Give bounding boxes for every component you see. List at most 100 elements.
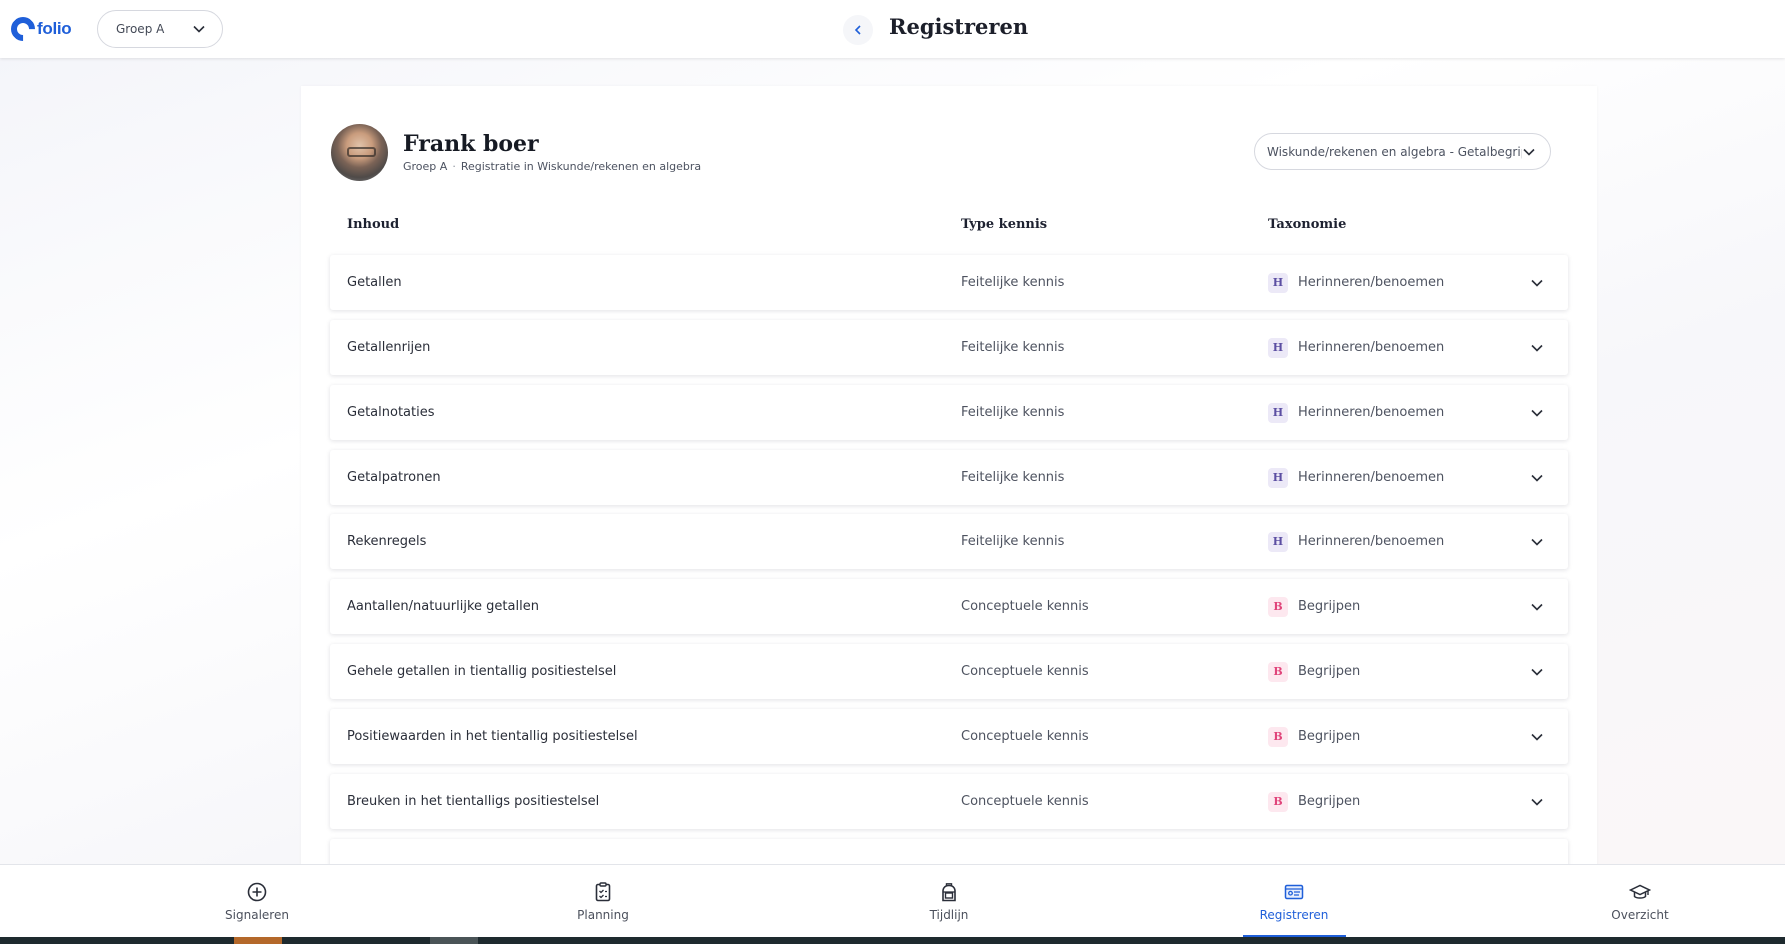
chevron-down-icon — [1530, 795, 1544, 809]
row-taxonomy: H Herinneren/benoemen — [1268, 385, 1444, 440]
nav-item-overzicht[interactable]: Overzicht — [1580, 865, 1700, 938]
student-info: Frank boer Groep A · Registratie in Wisk… — [403, 131, 701, 173]
chevron-down-icon — [1530, 600, 1544, 614]
row-content: Getalpatronen — [347, 470, 441, 485]
taxonomy-badge: B — [1268, 661, 1288, 682]
table-row[interactable]: Gehele getallen in tientallig positieste… — [330, 644, 1568, 699]
taxonomy-label: Herinneren/benoemen — [1298, 470, 1445, 485]
row-expand[interactable] — [1530, 644, 1544, 699]
chevron-down-icon — [1530, 471, 1544, 485]
row-content: Breuken in het tientalligs positiestelse… — [347, 794, 600, 809]
chevron-down-icon — [1530, 341, 1544, 355]
row-content: Rekenregels — [347, 534, 427, 549]
row-type: Feitelijke kennis — [961, 405, 1065, 420]
table-row[interactable]: Rekenregels Feitelijke kennis H Herinnere… — [330, 514, 1568, 569]
nav-item-tijdlijn[interactable]: Tijdlijn — [889, 865, 1009, 938]
group-select[interactable]: Groep A — [97, 10, 223, 48]
top-bar: folio Groep A Registreren — [0, 0, 1785, 58]
table-row[interactable]: Getalpatronen Feitelijke kennis H Herinne… — [330, 450, 1568, 505]
clipboard-check-icon — [595, 882, 611, 902]
table-row[interactable]: Getalnotaties Feitelijke kennis H Herinne… — [330, 385, 1568, 440]
nav-label: Signaleren — [225, 908, 289, 922]
row-type: Conceptuele kennis — [961, 599, 1089, 614]
table-row[interactable]: Getallen Feitelijke kennis H Herinneren/b… — [330, 255, 1568, 310]
group-select-value: Groep A — [116, 22, 165, 36]
back-button[interactable] — [843, 15, 873, 45]
nav-label: Planning — [577, 908, 629, 922]
row-expand[interactable] — [1530, 514, 1544, 569]
chevron-down-icon — [1530, 406, 1544, 420]
row-content: Getalnotaties — [347, 405, 435, 420]
taxonomy-badge: H — [1268, 467, 1288, 488]
student-group: Groep A — [403, 160, 448, 173]
taxonomy-badge: H — [1268, 402, 1288, 423]
taxonomy-badge: H — [1268, 272, 1288, 293]
row-type: Feitelijke kennis — [961, 534, 1065, 549]
row-taxonomy: H Herinneren/benoemen — [1268, 450, 1444, 505]
column-header-taxonomy: Taxonomie — [1268, 217, 1347, 232]
row-type: Feitelijke kennis — [961, 340, 1065, 355]
chevron-down-icon — [1530, 730, 1544, 744]
taxonomy-label: Begrijpen — [1298, 599, 1361, 614]
row-type: Feitelijke kennis — [961, 470, 1065, 485]
taxonomy-label: Herinneren/benoemen — [1298, 405, 1445, 420]
column-header-type: Type kennis — [961, 217, 1048, 232]
chevron-down-icon — [1522, 145, 1536, 159]
row-content: Gehele getallen in tientallig positieste… — [347, 664, 617, 679]
avatar — [331, 123, 388, 181]
nav-item-signaleren[interactable]: Signaleren — [197, 865, 317, 938]
chevron-down-icon — [1530, 665, 1544, 679]
subject-select[interactable]: Wiskunde/rekenen en algebra - Getalbegri… — [1254, 133, 1551, 170]
logo-text: folio — [37, 19, 72, 38]
table-row[interactable]: Positiewaarden in het tientallig positie… — [330, 709, 1568, 764]
taxonomy-label: Herinneren/benoemen — [1298, 275, 1445, 290]
graduation-cap-icon — [1629, 884, 1651, 899]
chevron-down-icon — [1530, 535, 1544, 549]
row-expand[interactable] — [1530, 320, 1544, 375]
table-row[interactable]: Getallenrijen Feitelijke kennis H Herinne… — [330, 320, 1568, 375]
row-taxonomy: H Herinneren/benoemen — [1268, 320, 1444, 375]
taxonomy-badge: B — [1268, 726, 1288, 747]
taxonomy-badge: H — [1268, 337, 1288, 358]
row-content: Getallen — [347, 275, 402, 290]
row-taxonomy: B Begrijpen — [1268, 644, 1360, 699]
row-taxonomy: B Begrijpen — [1268, 774, 1360, 829]
plus-circle-icon — [247, 882, 267, 902]
column-header-content: Inhoud — [347, 217, 400, 232]
row-expand[interactable] — [1530, 385, 1544, 440]
student-profile: Frank boer Groep A · Registratie in Wisk… — [331, 122, 701, 182]
row-taxonomy: B Begrijpen — [1268, 579, 1360, 634]
taxonomy-label: Begrijpen — [1298, 729, 1361, 744]
chevron-left-icon — [854, 25, 861, 35]
meta-separator: · — [452, 160, 456, 173]
student-name: Frank boer — [403, 131, 539, 157]
student-meta: Groep A · Registratie in Wiskunde/rekene… — [403, 160, 701, 173]
taxonomy-badge: H — [1268, 531, 1288, 552]
chevron-down-icon — [1530, 276, 1544, 290]
row-type: Conceptuele kennis — [961, 794, 1089, 809]
taskbar-app[interactable] — [234, 937, 282, 944]
chevron-down-icon — [192, 22, 206, 36]
row-content: Getallenrijen — [347, 340, 431, 355]
page-title: Registreren — [889, 14, 1029, 39]
taxonomy-label: Herinneren/benoemen — [1298, 534, 1445, 549]
registration-card: Frank boer Groep A · Registratie in Wisk… — [301, 86, 1597, 894]
row-expand[interactable] — [1530, 709, 1544, 764]
row-content: Positiewaarden in het tientallig positie… — [347, 729, 638, 744]
row-taxonomy: B Begrijpen — [1268, 709, 1360, 764]
row-type: Feitelijke kennis — [961, 275, 1065, 290]
taxonomy-badge: B — [1268, 596, 1288, 617]
folio-logo[interactable]: folio — [6, 12, 72, 46]
table-row[interactable]: Breuken in het tientalligs positiestelse… — [330, 774, 1568, 829]
backpack-icon — [942, 883, 956, 902]
row-expand[interactable] — [1530, 774, 1544, 829]
table-row[interactable]: Aantallen/natuurlijke getallen Conceptue… — [330, 579, 1568, 634]
nav-item-registreren[interactable]: Registreren — [1234, 865, 1354, 938]
row-expand[interactable] — [1530, 255, 1544, 310]
row-content: Aantallen/natuurlijke getallen — [347, 599, 539, 614]
row-expand[interactable] — [1530, 579, 1544, 634]
nav-item-planning[interactable]: Planning — [543, 865, 663, 938]
taskbar-app[interactable] — [430, 937, 478, 944]
row-expand[interactable] — [1530, 450, 1544, 505]
row-taxonomy: H Herinneren/benoemen — [1268, 514, 1444, 569]
